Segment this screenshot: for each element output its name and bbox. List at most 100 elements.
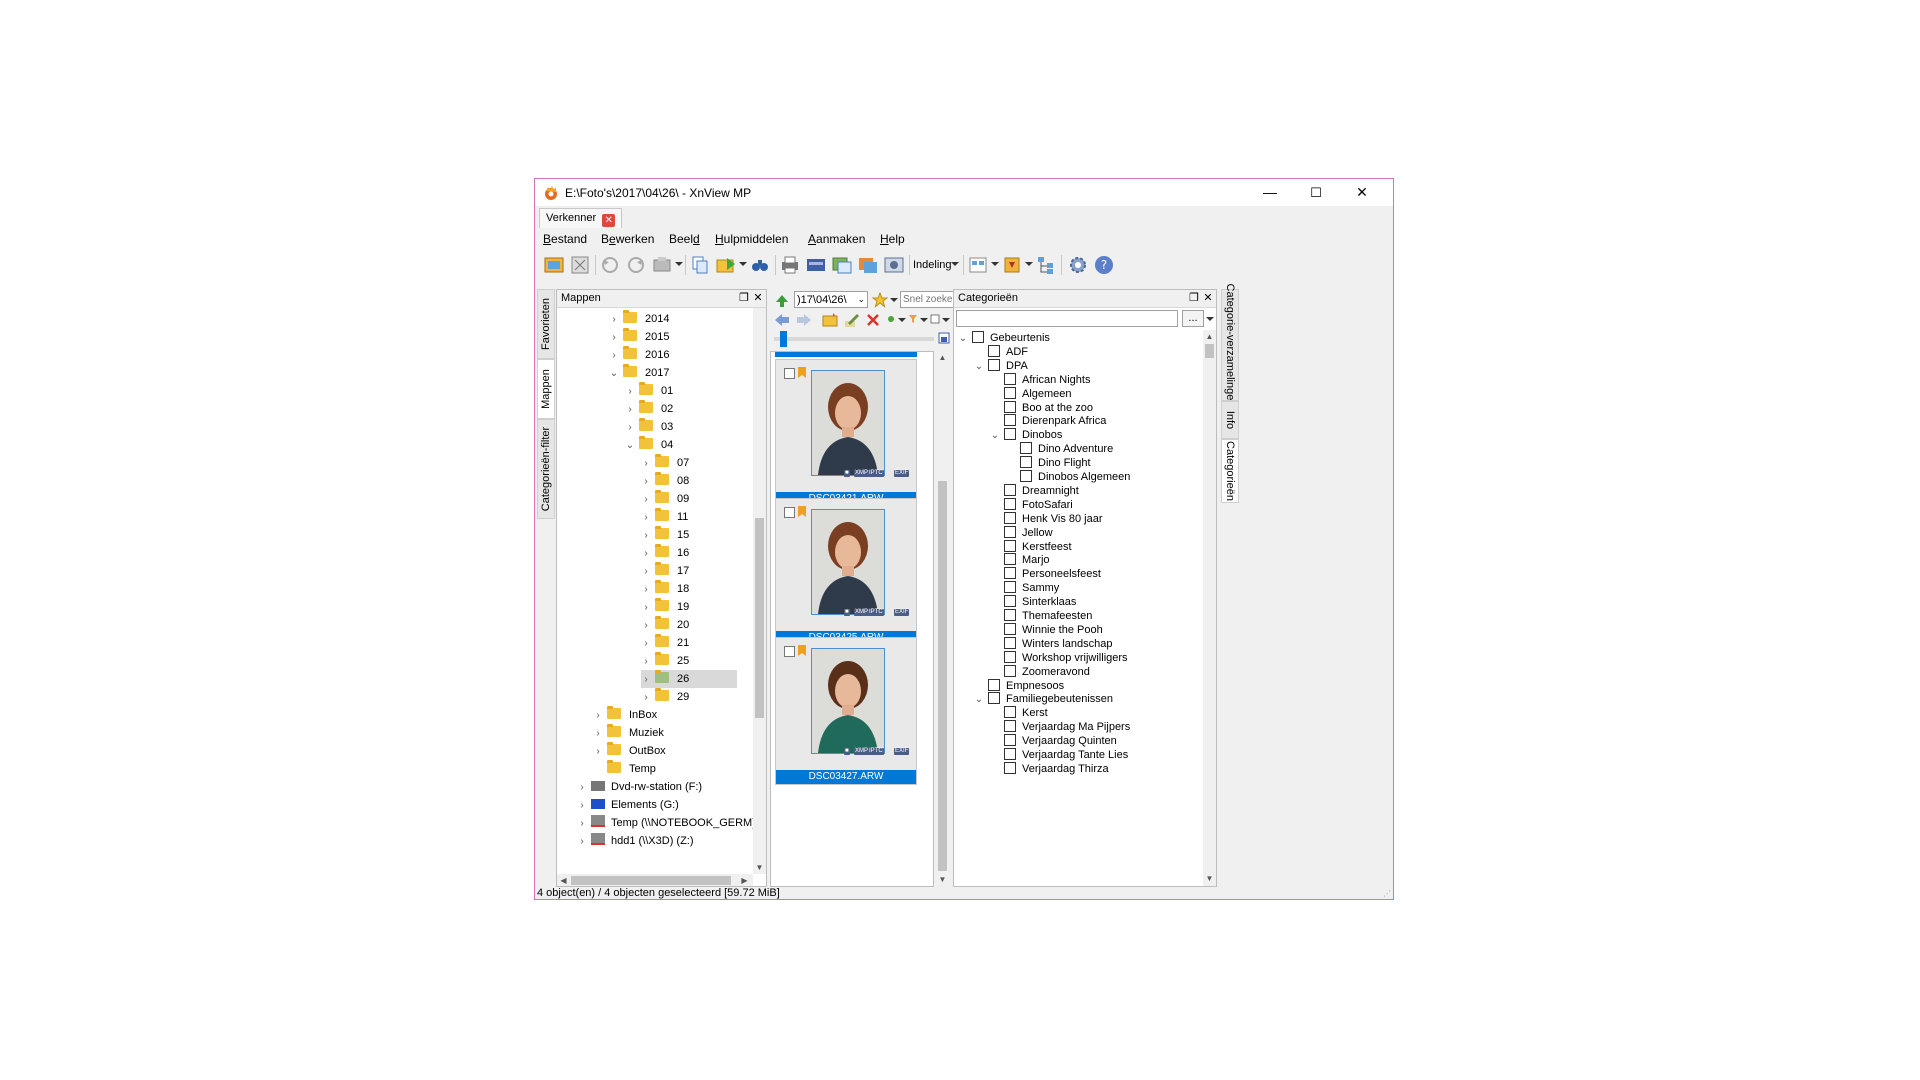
category-checkbox[interactable] <box>1004 525 1016 538</box>
category-checkbox[interactable] <box>1004 581 1016 594</box>
menu-beeld[interactable]: Beeld <box>669 232 700 246</box>
view-options-dropdown-icon[interactable] <box>942 318 950 322</box>
folder-tree-item[interactable]: › 03 <box>625 418 673 436</box>
folder-tree-item[interactable]: › Temp (\\NOTEBOOK_GERM) (Y:) <box>577 814 766 833</box>
category-item[interactable]: Themafeesten <box>990 609 1092 623</box>
category-item[interactable]: Verjaardag Tante Lies <box>990 748 1128 762</box>
scroll-right-icon[interactable]: ▶ <box>738 874 751 886</box>
category-item[interactable]: Winters landschap <box>990 636 1113 651</box>
thumbnail-select-checkbox[interactable] <box>784 368 795 379</box>
expand-chevron-icon[interactable]: › <box>625 419 635 437</box>
expand-chevron-icon[interactable]: › <box>609 347 619 365</box>
collapse-chevron-icon[interactable]: ⌄ <box>958 332 968 346</box>
folder-tree-item[interactable]: › 25 <box>641 652 689 670</box>
rename-pencil-icon[interactable] <box>844 312 860 328</box>
expand-chevron-icon[interactable]: › <box>641 581 651 599</box>
move-dropdown-icon[interactable] <box>739 262 747 266</box>
category-item[interactable]: ADF <box>974 344 1028 359</box>
category-checkbox[interactable] <box>1004 414 1016 427</box>
category-item[interactable]: Sinterklaas <box>990 595 1076 609</box>
expand-chevron-icon[interactable]: › <box>593 725 603 743</box>
maximize-button[interactable]: ☐ <box>1293 179 1339 206</box>
category-checkbox[interactable] <box>988 692 1000 705</box>
category-item[interactable]: Sammy <box>990 581 1059 595</box>
category-item[interactable]: Dreamnight <box>990 483 1079 498</box>
category-checkbox[interactable] <box>1004 720 1016 733</box>
folder-tree-item[interactable]: › 18 <box>641 580 689 598</box>
folder-tree-item[interactable]: › 26 <box>641 670 737 688</box>
thumbnail-item[interactable]: ■XMPIPTCEXIFDSC03421.ARW <box>775 359 917 507</box>
category-filter-input[interactable] <box>956 310 1178 327</box>
thumbnail-item[interactable]: ■XMPIPTCEXIFDSC03425.ARW <box>775 498 917 646</box>
collapse-chevron-icon[interactable]: ⌄ <box>990 429 1000 443</box>
copy-icon[interactable] <box>689 254 711 276</box>
category-item[interactable]: Dinobos Algemeen <box>1006 470 1130 484</box>
float-panel-icon[interactable]: ❐ <box>1188 291 1200 305</box>
scroll-thumb[interactable] <box>1205 344 1214 358</box>
expand-chevron-icon[interactable]: › <box>577 833 587 851</box>
folder-tree-item[interactable]: › 19 <box>641 598 689 616</box>
category-options-dropdown-icon[interactable] <box>1206 317 1214 321</box>
filter-dropdown-icon[interactable] <box>920 318 928 322</box>
category-item[interactable]: Winnie the Pooh <box>990 622 1103 637</box>
category-options-button[interactable]: ... <box>1182 310 1204 327</box>
expand-chevron-icon[interactable]: › <box>593 707 603 725</box>
expand-chevron-icon[interactable]: › <box>641 635 651 653</box>
fullscreen-icon[interactable] <box>569 254 591 276</box>
category-item[interactable]: Boo at the zoo <box>990 400 1093 415</box>
category-item[interactable]: Marjo <box>990 553 1050 567</box>
category-checkbox[interactable] <box>1004 650 1016 663</box>
folder-tree-item[interactable]: › 20 <box>641 616 689 634</box>
expand-chevron-icon[interactable]: › <box>641 563 651 581</box>
layout-label[interactable]: Indeling <box>913 259 952 271</box>
collapse-chevron-icon[interactable]: ⌄ <box>625 437 635 455</box>
set-wallpaper-icon[interactable] <box>651 254 673 276</box>
category-item[interactable]: Workshop vrijwilligers <box>990 650 1128 665</box>
sidetab-info[interactable]: Info <box>1221 401 1239 439</box>
tag-dropdown-icon[interactable] <box>898 318 906 322</box>
folder-tree-item[interactable]: › 16 <box>641 544 689 562</box>
category-checkbox[interactable] <box>1004 400 1016 413</box>
category-checkbox[interactable] <box>1004 748 1016 760</box>
expand-chevron-icon[interactable]: › <box>593 743 603 761</box>
category-item[interactable]: ⌄ Gebeurtenis <box>958 331 1050 345</box>
expand-chevron-icon[interactable]: › <box>609 311 619 329</box>
category-checkbox[interactable] <box>1004 636 1016 649</box>
category-item[interactable]: Verjaardag Thirza <box>990 761 1109 776</box>
category-checkbox[interactable] <box>1020 456 1032 469</box>
folder-tree-item[interactable]: › 21 <box>641 634 689 652</box>
path-combobox[interactable]: )17\04\26\ ⌄ <box>794 291 868 308</box>
expand-chevron-icon[interactable]: › <box>641 509 651 527</box>
folder-tree-item[interactable]: › 15 <box>641 526 689 544</box>
collapse-chevron-icon[interactable]: ⌄ <box>609 365 619 383</box>
expand-chevron-icon[interactable]: › <box>641 599 651 617</box>
minimize-button[interactable]: — <box>1247 179 1293 206</box>
rotate-left-icon[interactable] <box>599 254 621 276</box>
expand-chevron-icon[interactable]: › <box>577 815 587 833</box>
expand-chevron-icon[interactable]: › <box>609 329 619 347</box>
category-checkbox[interactable] <box>1004 497 1016 510</box>
collapse-chevron-icon[interactable]: ⌄ <box>974 360 984 374</box>
menu-bewerken[interactable]: Bewerken <box>601 232 654 246</box>
sidetab-categorie-verzamelingen[interactable]: Categorie-verzamelingen <box>1221 284 1239 406</box>
folder-tree-item[interactable]: › 17 <box>641 562 689 580</box>
category-item[interactable]: Dino Flight <box>1006 456 1091 470</box>
layout-dropdown-icon[interactable] <box>951 262 959 266</box>
folder-tree-item[interactable]: › 07 <box>641 454 689 472</box>
category-item[interactable]: ⌄ Dinobos <box>990 428 1062 442</box>
category-checkbox[interactable] <box>1004 511 1016 524</box>
category-item[interactable]: Personeelsfeest <box>990 567 1101 581</box>
folder-tree-item[interactable]: › hdd1 (\\X3D) (Z:) <box>577 832 694 850</box>
batch-convert-icon[interactable] <box>831 254 853 276</box>
category-checkbox[interactable] <box>1004 595 1016 608</box>
expand-chevron-icon[interactable]: › <box>577 797 587 815</box>
scroll-down-icon[interactable]: ▼ <box>1203 872 1216 885</box>
expand-chevron-icon[interactable]: › <box>641 671 651 689</box>
print-icon[interactable] <box>779 254 801 276</box>
category-item[interactable]: ⌄ Familiegebeutenissen <box>974 692 1113 706</box>
open-image-icon[interactable] <box>543 254 565 276</box>
view-mode-dropdown-icon[interactable] <box>991 262 999 266</box>
scroll-up-icon[interactable]: ▲ <box>1203 330 1216 343</box>
sidetab-categorieen[interactable]: Categorieën <box>1221 439 1239 503</box>
bookmark-icon[interactable] <box>798 506 806 517</box>
